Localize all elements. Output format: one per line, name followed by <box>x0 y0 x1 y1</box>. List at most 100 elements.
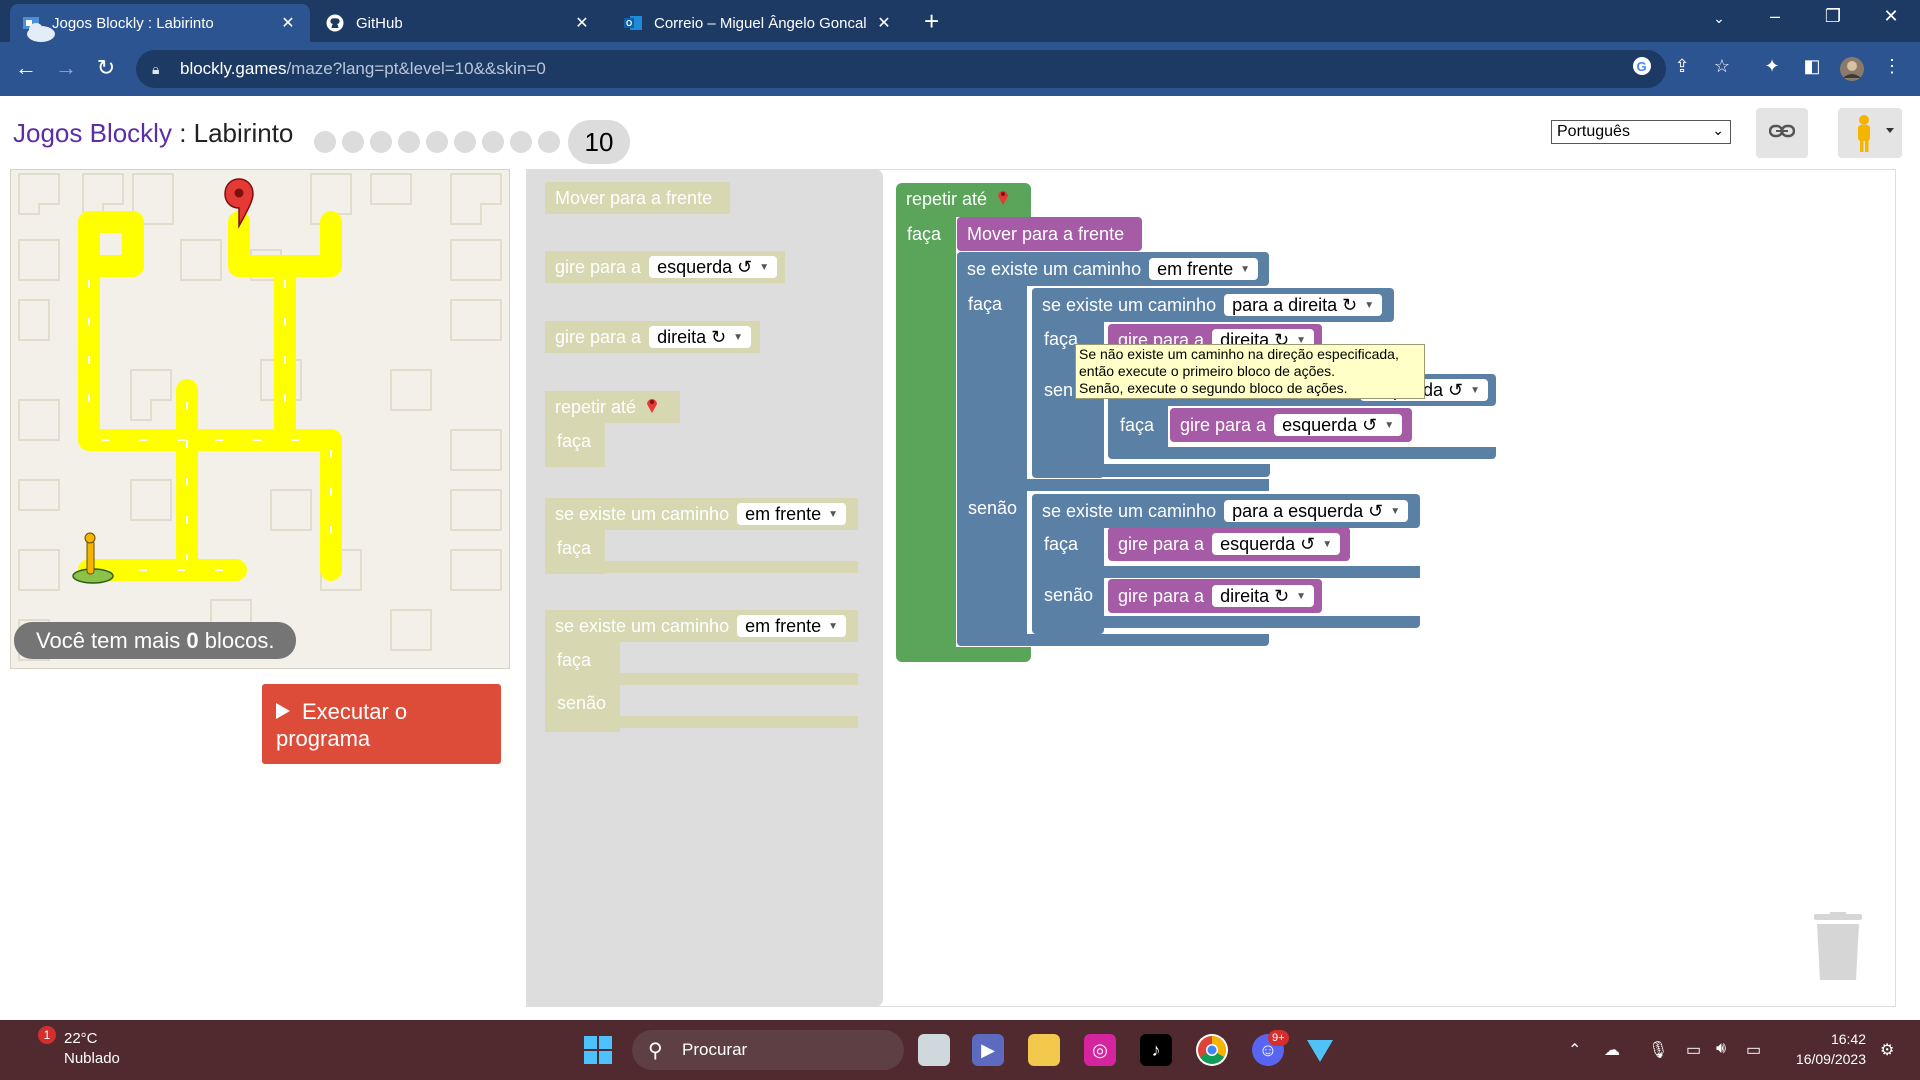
turn-block[interactable]: gire para a esquerda ↺ ▼ <box>1108 527 1350 561</box>
run-program-button[interactable]: Executar o programa <box>262 684 501 764</box>
path-dropdown[interactable]: para a esquerda ↺ ▼ <box>1224 500 1409 522</box>
current-level-badge[interactable]: 10 <box>568 120 630 164</box>
taskbar-search-input[interactable]: ⚲ Procurar <box>632 1030 904 1070</box>
path-dropdown[interactable]: em frente ▼ <box>1149 258 1259 280</box>
weather-cloud-icon[interactable] <box>22 14 58 46</box>
level-dot-3[interactable] <box>370 131 392 153</box>
microphone-icon[interactable]: 🎙︎ <box>1648 1040 1668 1060</box>
vpn-app-icon[interactable] <box>1304 1034 1336 1066</box>
windows-start-icon[interactable] <box>582 1034 614 1066</box>
do-label: faça <box>1120 415 1155 435</box>
link-button[interactable] <box>1756 108 1808 158</box>
level-dot-4[interactable] <box>398 131 420 153</box>
outlook-icon: O <box>624 14 642 32</box>
path-dropdown[interactable]: para a direita ↻ ▼ <box>1224 294 1383 316</box>
run-label-line1: Executar o <box>302 699 408 724</box>
if-path-header[interactable]: se existe um caminho em frente ▼ <box>957 252 1269 286</box>
turn-block[interactable]: gire para a direita ↻ ▼ <box>1108 579 1322 613</box>
address-bar[interactable]: 🔒︎ blockly.games/maze?lang=pt&level=10&&… <box>136 50 1666 88</box>
dropdown-value: esquerda ↺ <box>1282 414 1378 435</box>
chevron-up-icon[interactable]: ⌃ <box>1568 1040 1581 1060</box>
instagram-icon[interactable]: ◎ <box>1084 1034 1116 1066</box>
file-explorer-icon[interactable] <box>1028 1034 1060 1066</box>
brand-link[interactable]: Jogos Blockly <box>13 118 172 148</box>
trash-can-icon[interactable] <box>1812 912 1864 982</box>
do-label: faça <box>557 538 592 558</box>
level-dot-1[interactable] <box>314 131 336 153</box>
reload-icon[interactable]: ↻ <box>92 55 120 81</box>
clock-date[interactable]: 16/09/2023 <box>1780 1051 1866 1067</box>
direction-dropdown[interactable]: direita ↻ ▼ <box>1212 585 1315 607</box>
forward-arrow-icon[interactable]: → <box>52 55 80 81</box>
new-tab-plus-icon[interactable]: + <box>924 6 939 37</box>
dropdown-value: esquerda ↺ <box>1220 533 1316 554</box>
tab-title: GitHub <box>356 14 403 32</box>
close-tab-icon[interactable]: ✕ <box>874 13 894 33</box>
direction-dropdown[interactable]: esquerda ↺ ▼ <box>1274 414 1403 436</box>
clock-time[interactable]: 16:42 <box>1826 1031 1866 1047</box>
level-dot-6[interactable] <box>454 131 476 153</box>
restore-icon[interactable]: ❐ <box>1818 6 1848 27</box>
path-dropdown[interactable]: em frente ▼ <box>737 503 847 525</box>
block-label: gire para a <box>1180 414 1267 435</box>
do-label: faça <box>557 650 592 670</box>
task-view-icon[interactable] <box>918 1034 950 1066</box>
side-panel-icon[interactable]: ◧ <box>1798 56 1826 77</box>
repeat-until-header[interactable]: repetir até <box>896 183 1031 215</box>
do-label: faça <box>907 224 942 244</box>
teams-chat-icon[interactable]: ▶ <box>972 1034 1004 1066</box>
profile-avatar[interactable] <box>1838 56 1866 87</box>
bookmark-star-icon[interactable]: ☆ <box>1708 56 1736 77</box>
kebab-menu-icon[interactable]: ⋮ <box>1878 56 1906 77</box>
close-tab-icon[interactable]: ✕ <box>572 13 592 33</box>
search-placeholder: Procurar <box>682 1040 748 1059</box>
turn-block[interactable]: gire para a esquerda ↺ ▼ <box>1170 408 1412 442</box>
repeat-until-body: faça <box>545 423 605 467</box>
turn-block[interactable]: gire para a esquerda ↺ ▼ <box>545 251 785 283</box>
weather-temperature[interactable]: 22°C <box>64 1030 98 1047</box>
direction-dropdown[interactable]: direita ↻ ▼ <box>649 326 752 348</box>
blocks-remaining-badge: Você tem mais 0 blocos. <box>14 622 297 659</box>
onedrive-cloud-icon[interactable]: ☁ <box>1604 1040 1620 1060</box>
share-icon[interactable]: ⇪ <box>1668 56 1696 77</box>
if-path-header[interactable]: se existe um caminho para a direita ↻ ▼ <box>1032 288 1394 322</box>
page-title: Jogos Blockly : Labirinto <box>13 118 293 149</box>
tiktok-icon[interactable]: ♪ <box>1140 1034 1172 1066</box>
tab-github[interactable]: GitHub ✕ <box>314 4 604 42</box>
extensions-puzzle-icon[interactable]: ✦ <box>1758 56 1786 77</box>
close-tab-icon[interactable]: ✕ <box>278 13 298 33</box>
back-arrow-icon[interactable]: ← <box>12 55 40 81</box>
avatar-skin-button[interactable] <box>1838 108 1902 158</box>
caret-down-icon: ▼ <box>759 261 770 273</box>
language-select[interactable]: Português ⌄ <box>1551 120 1731 144</box>
notification-bell-icon[interactable]: ⚙ <box>1880 1040 1894 1060</box>
network-icon[interactable]: ▭ <box>1686 1040 1701 1060</box>
volume-icon[interactable]: 🔊︎ <box>1716 1040 1726 1058</box>
level-dot-5[interactable] <box>426 131 448 153</box>
direction-dropdown[interactable]: esquerda ↺ ▼ <box>649 256 778 278</box>
tab-correio[interactable]: O Correio – Miguel Ângelo Goncalv ✕ <box>612 4 906 42</box>
level-dot-2[interactable] <box>342 131 364 153</box>
move-forward-block[interactable]: Mover para a frente <box>957 217 1142 251</box>
move-forward-block[interactable]: Mover para a frente <box>545 182 730 214</box>
turn-block[interactable]: gire para a direita ↻ ▼ <box>545 321 760 353</box>
level-dot-9[interactable] <box>538 131 560 153</box>
level-dot-8[interactable] <box>510 131 532 153</box>
level-dot-7[interactable] <box>482 131 504 153</box>
if-path-header[interactable]: se existe um caminho em frente ▼ <box>545 498 858 530</box>
weather-description[interactable]: Nublado <box>64 1050 120 1067</box>
close-window-icon[interactable]: ✕ <box>1876 6 1906 27</box>
if-path-header[interactable]: se existe um caminho para a esquerda ↺ ▼ <box>1032 494 1420 528</box>
path-dropdown[interactable]: em frente ▼ <box>737 615 847 637</box>
minimize-icon[interactable]: – <box>1760 6 1790 27</box>
title-separator: : <box>171 118 194 148</box>
battery-icon[interactable]: ▭ <box>1746 1040 1761 1060</box>
if-else-header[interactable]: se existe um caminho em frente ▼ <box>545 610 858 642</box>
repeat-until-header[interactable]: repetir até <box>545 391 680 423</box>
tab-search-chevron-icon[interactable]: ⌄ <box>1704 10 1734 27</box>
google-icon[interactable]: G <box>1628 56 1656 81</box>
direction-dropdown[interactable]: esquerda ↺ ▼ <box>1212 533 1341 555</box>
caret-down-icon: ▼ <box>828 620 839 632</box>
chrome-icon[interactable] <box>1196 1034 1228 1066</box>
toolbox-flyout[interactable] <box>526 169 883 1007</box>
